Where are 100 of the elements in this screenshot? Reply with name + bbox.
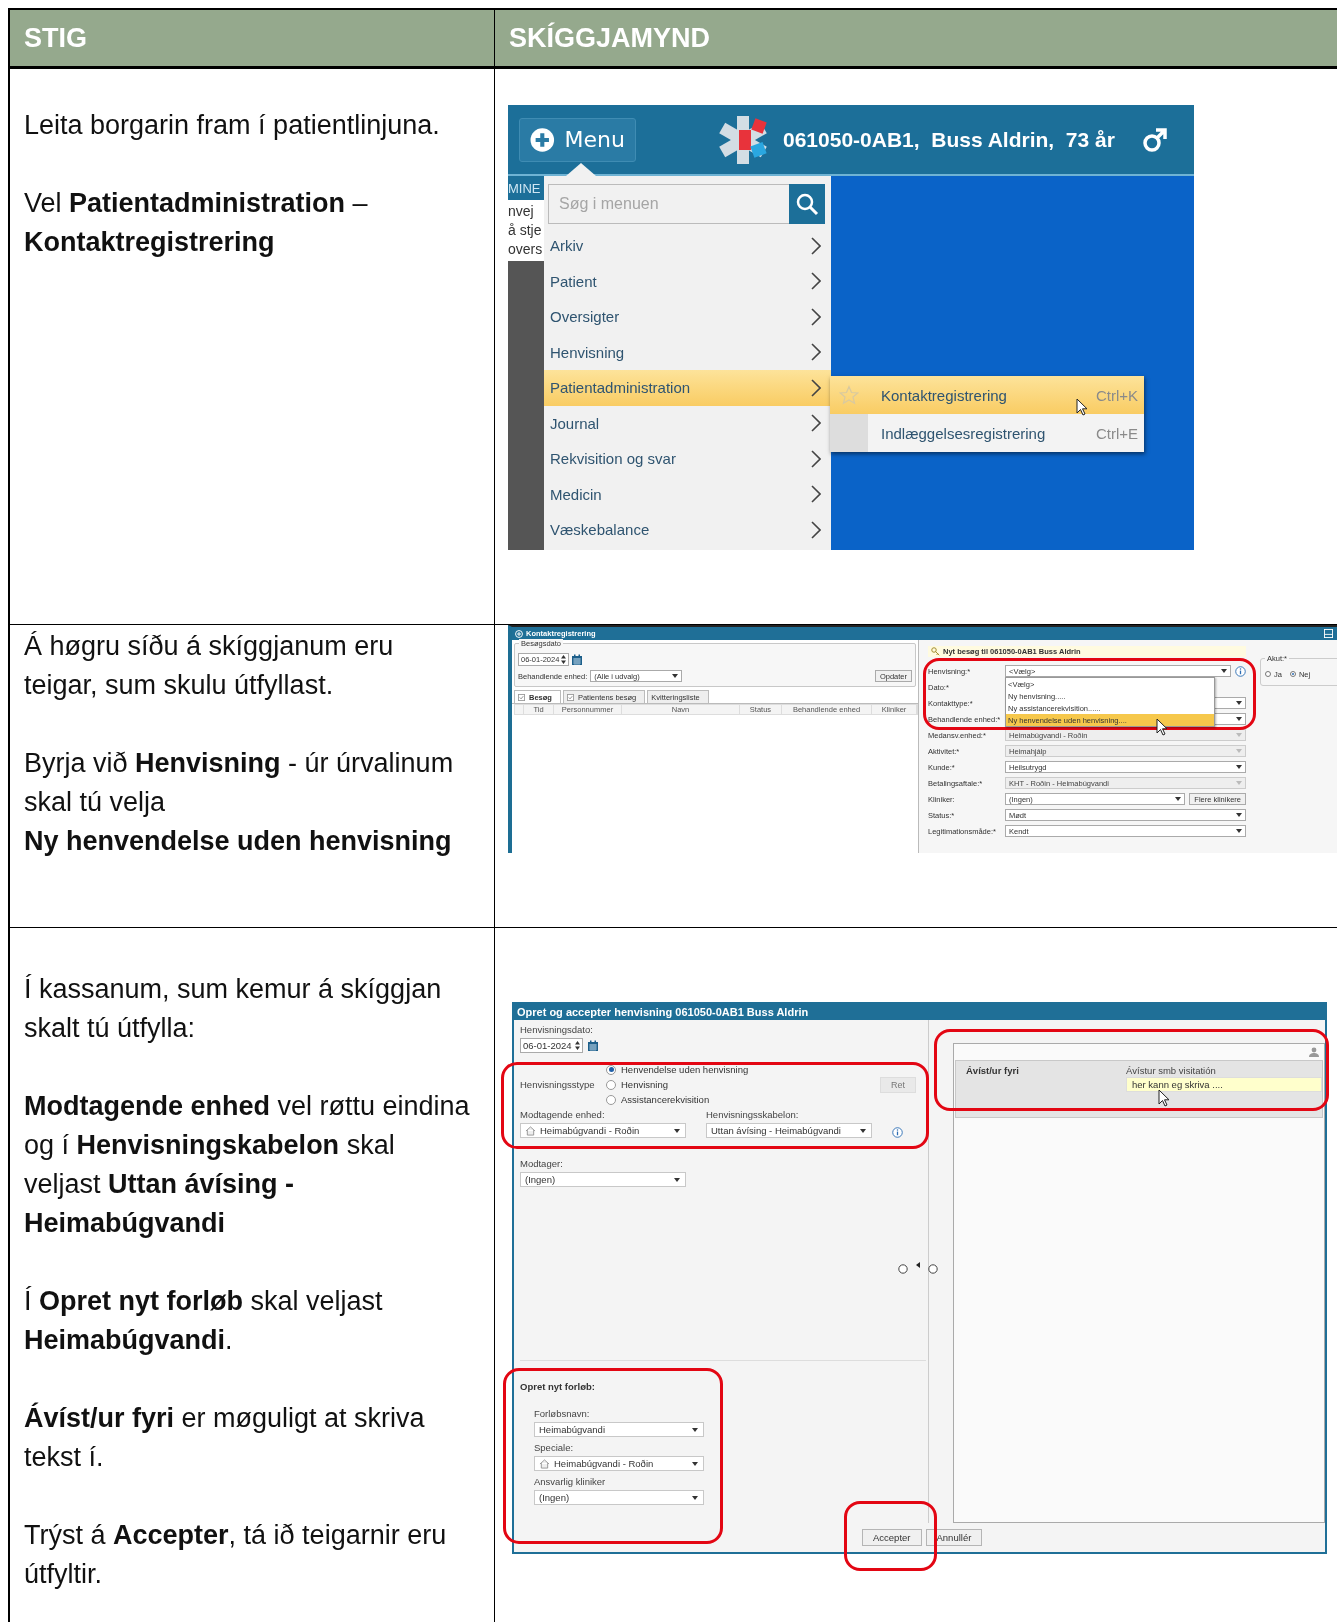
radio-label: Henvendelse uden henvisning <box>621 1064 749 1075</box>
field-label: Henvisningsstype <box>520 1078 596 1091</box>
instruction-text: Modtagende enhed vel røttu eindina og í Henvisningskabelon skal veljast Uttan ávísing - Heimabúgvandi <box>24 1090 471 1240</box>
caret-down-icon <box>674 1128 680 1133</box>
caret-down-icon <box>1221 669 1227 673</box>
splitter-handle-icon[interactable] <box>898 1261 938 1275</box>
column-header: STIG <box>10 10 495 66</box>
menu-item[interactable]: Journal <box>544 405 831 441</box>
menu-item[interactable]: Medicin <box>544 476 831 512</box>
menu-item[interactable]: Rekvisition og svar <box>544 441 831 477</box>
search-icon <box>795 192 819 216</box>
dialog-button[interactable]: Accepter <box>862 1529 922 1546</box>
menu-item[interactable]: Arkiv <box>544 228 831 264</box>
field-label: Forløbsnavn: <box>534 1408 591 1420</box>
caret-down-icon <box>1236 829 1242 833</box>
search-field[interactable]: Søg i menuen <box>548 184 789 224</box>
caret-down-icon <box>1236 749 1242 753</box>
spinner-icon[interactable] <box>561 655 567 664</box>
spinner-icon[interactable] <box>574 1041 580 1050</box>
menu-item[interactable]: Patientadministration <box>544 370 831 406</box>
search-button[interactable] <box>789 184 825 224</box>
chevron-right-icon <box>811 449 821 468</box>
radio-button[interactable] <box>606 1079 616 1090</box>
calendar-icon <box>586 1039 599 1052</box>
calendar-icon <box>571 653 584 666</box>
menu-item[interactable]: Oversigter <box>544 299 831 335</box>
chevron-right-icon <box>811 414 821 433</box>
caret-down-icon <box>692 1461 698 1466</box>
instruction-text: Leita borgarin fram í patientlinjuna. <box>24 109 441 142</box>
instruction-text: Vel Patientadministration – Kontaktregistrering <box>24 187 369 259</box>
person-icon[interactable] <box>1308 1047 1320 1057</box>
caret-down-icon <box>692 1495 698 1500</box>
mouse-pointer-icon <box>1076 398 1088 416</box>
side-text: overs <box>508 240 544 259</box>
field-label: Modtagende enhed: <box>520 1109 606 1121</box>
radio-button[interactable] <box>1265 671 1271 677</box>
caret-down-icon <box>1236 733 1242 737</box>
caret-down-icon <box>672 674 679 678</box>
chevron-right-icon <box>811 378 821 397</box>
instruction-text: Á høgru síðu á skíggjanum eru teigar, sum skulu útfyllast. <box>24 630 395 702</box>
radio-button[interactable] <box>1289 671 1296 677</box>
dropdown[interactable]: Heimabúgvandi - Roðin <box>534 1456 704 1471</box>
dropdown[interactable]: (Ingen) <box>534 1490 704 1505</box>
menu-item[interactable]: Væskebalance <box>544 512 831 548</box>
dialog-button[interactable]: Annullér <box>925 1529 983 1546</box>
chevron-right-icon <box>811 343 821 362</box>
menu-item[interactable]: Patient <box>544 263 831 299</box>
column-header: SKÍGGJAMYND <box>508 21 712 55</box>
caret-down-icon <box>1236 717 1242 721</box>
chevron-right-icon <box>811 307 821 326</box>
patient-info: 061050-0AB1, Buss Aldrin, 73 år <box>783 127 1115 152</box>
shortcut-text: Ctrl+K <box>1095 386 1138 404</box>
dropdown[interactable]: Uttan ávísing - Heimabúgvandi <box>706 1123 872 1138</box>
dialog-title: Opret og accepter henvisning 061050-0AB1 Buss Aldrin <box>514 1004 1325 1020</box>
radio-label: Henvisning <box>621 1079 668 1090</box>
section-title: Opret nyt forløb: <box>520 1381 596 1392</box>
key-icon <box>931 647 940 656</box>
side-text: nvej <box>508 202 535 221</box>
info-icon[interactable] <box>892 1127 903 1138</box>
field-label: Ávíst/ur fyri <box>966 1065 1020 1078</box>
checkbox-icon <box>566 693 574 701</box>
dropdown[interactable]: Heimabúgvandi - Roðin <box>520 1123 686 1138</box>
chevron-right-icon <box>811 272 821 291</box>
house-icon <box>539 1458 550 1469</box>
dropdown[interactable]: Heimabúgvandi <box>534 1422 704 1437</box>
field-label: Speciale: <box>534 1442 575 1454</box>
shortcut-text: Ctrl+E <box>1095 424 1138 442</box>
side-tab[interactable]: MINE <box>508 176 544 200</box>
menu-item[interactable]: Kontaktregistrering Ctrl+K <box>830 376 1144 414</box>
caret-down-icon <box>674 1177 680 1182</box>
field-label: Ávístur smb visitatión <box>1126 1065 1217 1077</box>
instruction-text: Trýst á Accepter, tá ið teigarnir eru útfyltir. <box>24 1519 448 1591</box>
instruction-text: Í kassanum, sum kemur á skíggjan skalt tú útfylla: <box>24 973 443 1045</box>
window-icon[interactable] <box>1324 629 1333 638</box>
radio-label: Assistancerekvisition <box>621 1094 710 1105</box>
radio-button[interactable] <box>606 1064 616 1075</box>
male-symbol-icon <box>1142 126 1168 153</box>
plus-circle-icon <box>515 629 523 638</box>
instruction-text: Í Opret nyt forløb skal veljast Heimabúgvandi. <box>24 1285 384 1357</box>
caret-down-icon <box>1236 765 1242 769</box>
date-field[interactable]: 06-01-2024 <box>520 1038 583 1053</box>
text-field[interactable]: her kann eg skriva .... <box>1126 1077 1322 1092</box>
caret-down-icon <box>860 1128 866 1133</box>
chevron-right-icon <box>811 236 821 255</box>
field-label: Henvisningsdato: <box>520 1024 594 1036</box>
info-icon[interactable] <box>1235 665 1246 677</box>
menu-item[interactable]: Indlæggelsesregistrering Ctrl+E <box>830 414 1144 452</box>
house-icon <box>525 1125 536 1136</box>
field-label: Modtager: <box>520 1158 564 1170</box>
caret-down-icon <box>1175 797 1182 801</box>
menu-item[interactable]: Henvisning <box>544 334 831 370</box>
dropdown[interactable]: (Ingen) <box>520 1172 686 1187</box>
menu-button[interactable]: Menu <box>519 117 636 162</box>
caret-down-icon <box>1236 701 1242 705</box>
field-label: Ansvarlig kliniker <box>534 1476 607 1488</box>
chevron-right-icon <box>811 485 821 504</box>
plus-circle-icon <box>530 126 555 153</box>
checkbox-icon <box>518 693 525 701</box>
radio-button[interactable] <box>606 1094 616 1105</box>
caret-down-icon <box>1236 813 1242 817</box>
